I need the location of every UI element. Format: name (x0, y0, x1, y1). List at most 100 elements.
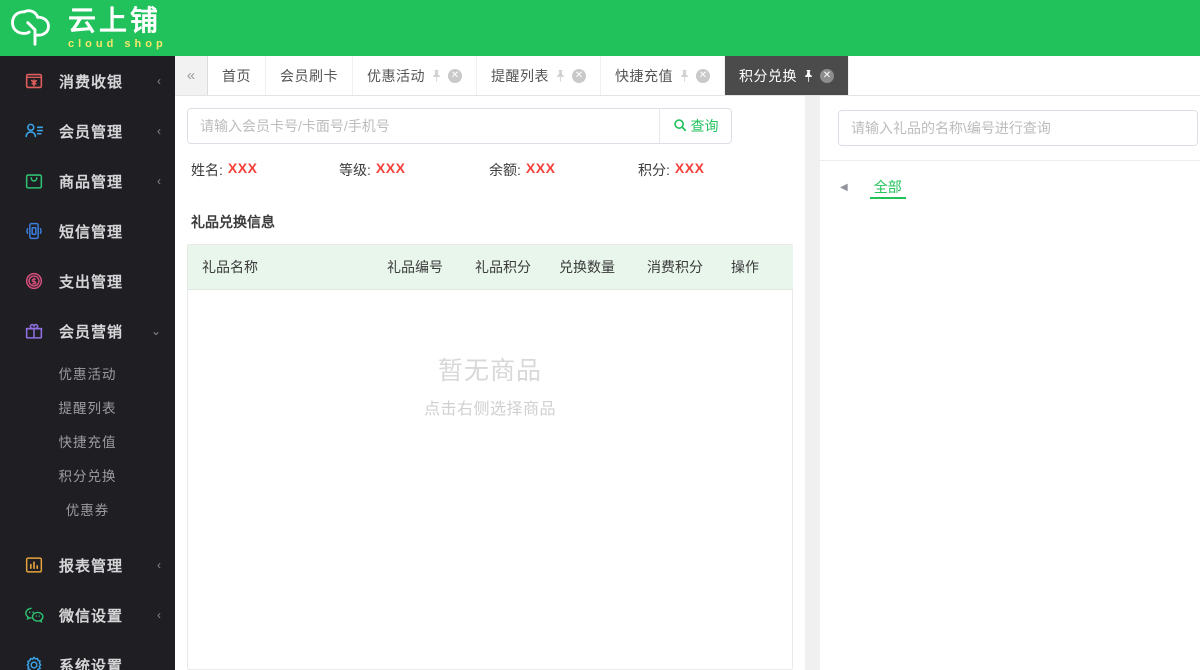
info-value: XXX (674, 160, 705, 176)
gift-search-row (820, 96, 1200, 160)
tab-label: 优惠活动 (367, 67, 425, 84)
chevron-left-icon: ‹ (157, 124, 161, 138)
goods-bag-icon (22, 169, 46, 193)
sidebar-item-cashier[interactable]: 消费收银 ‹ (0, 56, 175, 106)
sidebar-collapse-button[interactable]: « (175, 56, 208, 95)
tab-label: 积分兑换 (739, 67, 797, 84)
sidebar-item-label: 商品管理 (59, 173, 124, 191)
gift-exchange-table: 礼品名称 礼品编号 礼品积分 兑换数量 消费积分 操作 暂无商品 点击右侧选择商… (187, 244, 793, 670)
column-header-gift-points: 礼品积分 (461, 245, 545, 290)
table-header-row: 礼品名称 礼品编号 礼品积分 兑换数量 消费积分 操作 (188, 245, 793, 290)
chevron-left-icon: ‹ (157, 174, 161, 188)
member-search-box: 查询 (187, 108, 732, 144)
sidebar-item-wechat[interactable]: 微信设置 ‹ (0, 590, 175, 640)
sidebar-subitem-points-exchange[interactable]: 积分兑换 (0, 458, 175, 492)
pin-icon[interactable] (555, 69, 566, 82)
brand-logo[interactable]: 云上铺 cloud shop (0, 6, 167, 50)
tab-home[interactable]: 首页 (208, 56, 266, 95)
sidebar-item-label: 会员管理 (59, 123, 124, 141)
member-search-row: 查询 (187, 108, 793, 144)
chevron-left-icon: ‹ (157, 558, 161, 572)
category-tab-all[interactable]: 全部 (869, 161, 906, 213)
tab-label: 会员刷卡 (280, 67, 338, 84)
column-header-gift-code: 礼品编号 (373, 245, 461, 290)
member-search-input[interactable] (188, 109, 659, 143)
brand-name-cn: 云上铺 (68, 4, 162, 36)
tab-member-swipe[interactable]: 会员刷卡 (266, 56, 353, 95)
content-area: 查询 姓名: XXX 等级: XXX 余额: XXX 积分: (175, 96, 1200, 670)
app-root: 云上铺 cloud shop 消费收银 ‹ 会员管理 ‹ 商品管理 ‹ 短信管理… (0, 0, 1200, 670)
coin-icon (22, 269, 46, 293)
sidebar-item-expense[interactable]: 支出管理 (0, 256, 175, 306)
chevron-left-icon: ‹ (157, 608, 161, 622)
sidebar-item-label: 短信管理 (59, 223, 124, 241)
sidebar-subitem-label: 快捷充值 (58, 435, 117, 450)
sidebar-subitem-label: 提醒列表 (58, 401, 117, 416)
sidebar: 消费收银 ‹ 会员管理 ‹ 商品管理 ‹ 短信管理 支出管理 会员营销 ⌄ 优惠… (0, 56, 175, 670)
sidebar-subitem-coupons[interactable]: 优惠券 (0, 492, 175, 526)
tab-label: 提醒列表 (491, 67, 549, 84)
member-search-button[interactable]: 查询 (659, 109, 731, 143)
sidebar-item-members[interactable]: 会员管理 ‹ (0, 106, 175, 156)
sidebar-subitem-label: 优惠券 (65, 503, 110, 518)
gift-table: 礼品名称 礼品编号 礼品积分 兑换数量 消费积分 操作 (188, 245, 793, 290)
app-header: 云上铺 cloud shop (0, 0, 1200, 56)
empty-state: 暂无商品 点击右侧选择商品 (188, 290, 792, 669)
member-info-level: 等级: XXX (339, 160, 489, 180)
column-header-gift-name: 礼品名称 (188, 245, 373, 290)
sidebar-item-reports[interactable]: 报表管理 ‹ (0, 540, 175, 590)
tab-reminders[interactable]: 提醒列表 ✕ (477, 56, 601, 95)
sms-icon (22, 219, 46, 243)
chevron-left-icon: ‹ (157, 74, 161, 88)
tab-label: 首页 (222, 67, 251, 84)
pin-icon[interactable] (803, 69, 814, 82)
info-value: XXX (525, 160, 556, 176)
gift-search-input[interactable] (838, 110, 1198, 146)
gift-list-body (820, 213, 1200, 670)
pin-icon[interactable] (679, 69, 690, 82)
info-value: XXX (227, 160, 258, 176)
sidebar-item-system-settings[interactable]: 系统设置 (0, 640, 175, 670)
chevron-left-icon[interactable]: ◀ (840, 182, 848, 193)
tab-points-exchange[interactable]: 积分兑换 ✕ (725, 56, 849, 95)
sidebar-subitem-activities[interactable]: 优惠活动 (0, 356, 175, 390)
section-title: 礼品兑换信息 (191, 214, 275, 230)
chart-icon (22, 553, 46, 577)
member-info-row: 姓名: XXX 等级: XXX 余额: XXX 积分: XXX (187, 160, 793, 180)
close-icon[interactable]: ✕ (448, 68, 462, 83)
exchange-panel: 查询 姓名: XXX 等级: XXX 余额: XXX 积分: (175, 96, 805, 670)
member-search-button-label: 查询 (690, 118, 719, 134)
tab-activities[interactable]: 优惠活动 ✕ (353, 56, 477, 95)
column-header-actions: 操作 (717, 245, 793, 290)
sidebar-subitem-quick-recharge[interactable]: 快捷充值 (0, 424, 175, 458)
info-label: 积分: (638, 162, 670, 178)
sidebar-item-sms[interactable]: 短信管理 (0, 206, 175, 256)
category-tab-label: 全部 (873, 179, 902, 195)
column-header-quantity: 兑换数量 (545, 245, 633, 290)
sidebar-item-goods[interactable]: 商品管理 ‹ (0, 156, 175, 206)
tab-label: 快捷充值 (615, 67, 673, 84)
gear-icon (22, 653, 46, 670)
member-info-balance: 余额: XXX (489, 160, 638, 180)
sidebar-item-label: 系统设置 (59, 657, 124, 670)
sidebar-item-marketing[interactable]: 会员营销 ⌄ (0, 306, 175, 356)
sidebar-subitem-label: 积分兑换 (58, 469, 117, 484)
member-info-points: 积分: XXX (638, 160, 704, 180)
sidebar-item-label: 微信设置 (59, 607, 124, 625)
tab-quick-recharge[interactable]: 快捷充值 ✕ (601, 56, 725, 95)
gift-picker-panel: ◀ 全部 (820, 96, 1200, 670)
info-label: 姓名: (191, 162, 223, 178)
brand-name-en: cloud shop (68, 37, 167, 50)
panel-gutter (805, 96, 820, 670)
tab-bar: « 首页 会员刷卡 优惠活动 ✕ 提醒列表 ✕ 快捷充值 ✕ 积分兑换 ✕ (175, 56, 1200, 96)
close-icon[interactable]: ✕ (820, 68, 834, 83)
empty-state-title: 暂无商品 (437, 356, 542, 385)
close-icon[interactable]: ✕ (696, 68, 710, 83)
column-header-spend-points: 消费积分 (633, 245, 717, 290)
sidebar-subitem-reminders[interactable]: 提醒列表 (0, 390, 175, 424)
sidebar-subitem-label: 优惠活动 (58, 367, 117, 382)
info-value: XXX (375, 160, 406, 176)
sidebar-submenu-marketing: 优惠活动 提醒列表 快捷充值 积分兑换 优惠券 (0, 356, 175, 526)
pin-icon[interactable] (431, 69, 442, 82)
close-icon[interactable]: ✕ (572, 68, 586, 83)
